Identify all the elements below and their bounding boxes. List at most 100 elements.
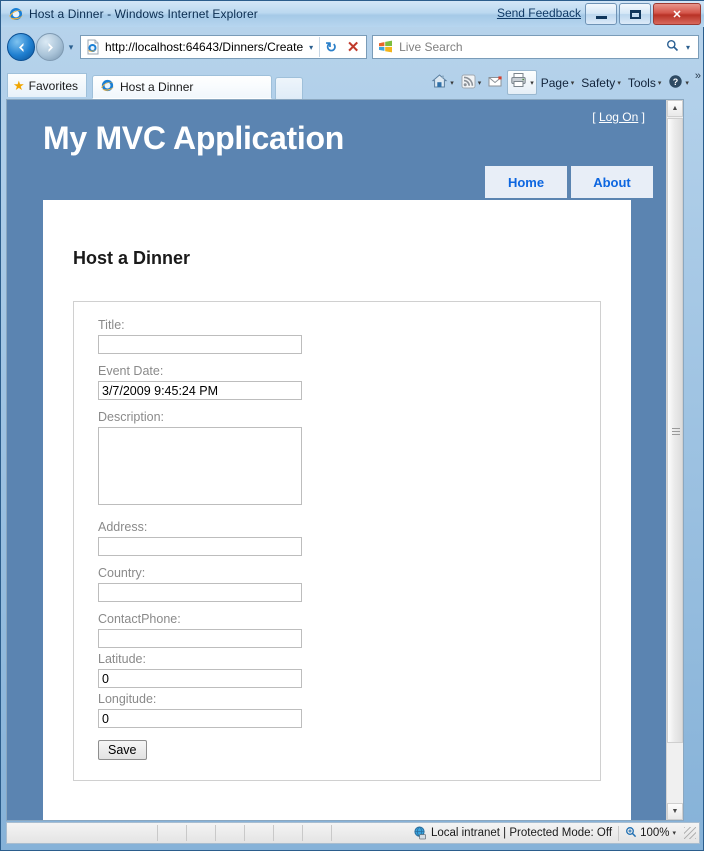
print-button-group[interactable]: ▾ (507, 70, 537, 95)
scrollbar-thumb[interactable] (667, 118, 683, 743)
chevron-down-icon[interactable]: ▾ (450, 79, 454, 87)
logon-link[interactable]: Log On (599, 110, 638, 124)
rss-feed-icon (461, 74, 476, 92)
new-tab-button[interactable] (275, 77, 304, 99)
title-input[interactable] (98, 335, 302, 354)
title-bar: Host a Dinner - Windows Internet Explore… (1, 1, 704, 27)
stop-icon[interactable]: ✕ (342, 36, 364, 58)
window-title: Host a Dinner - Windows Internet Explore… (29, 7, 258, 21)
nav-item-home[interactable]: Home (485, 166, 567, 198)
label-country: Country: (98, 566, 146, 580)
safety-menu-label: Safety (581, 75, 616, 90)
zoom-control[interactable]: 100% ▾ (618, 825, 682, 841)
refresh-icon[interactable]: ↻ (320, 36, 342, 58)
chevron-down-icon[interactable]: ▾ (530, 79, 534, 87)
address-input[interactable] (98, 537, 302, 556)
send-feedback-link[interactable]: Send Feedback (497, 6, 581, 20)
address-dropdown-icon[interactable]: ▾ (303, 43, 319, 52)
help-icon: ? (668, 74, 683, 92)
page-menu-button[interactable]: Page ▾ (538, 74, 578, 92)
field-contact-phone: ContactPhone: (98, 612, 600, 648)
maximize-button[interactable] (619, 3, 651, 25)
status-bar: Local intranet | Protected Mode: Off 100… (6, 822, 700, 844)
status-cell-2 (158, 825, 187, 841)
nav-item-about[interactable]: About (571, 166, 653, 198)
command-bar-overflow-icon[interactable]: » (695, 70, 701, 82)
latitude-input[interactable] (98, 669, 302, 688)
status-cell-7 (303, 825, 332, 841)
minimize-button[interactable] (585, 3, 617, 25)
globe-security-icon (413, 826, 427, 840)
page-title: Host a Dinner (73, 248, 191, 268)
feeds-button[interactable]: ▾ (458, 72, 485, 94)
field-address: Address: (98, 520, 600, 556)
search-dropdown-icon[interactable]: ▾ (681, 43, 695, 52)
recent-pages-dropdown-icon[interactable]: ▾ (64, 34, 78, 60)
address-bar[interactable]: http://localhost:64643/Dinners/Create ▾ … (80, 35, 368, 59)
label-contact-phone: ContactPhone: (98, 612, 181, 626)
chevron-down-icon[interactable]: ▾ (658, 79, 662, 87)
vertical-scrollbar[interactable]: ▲ ▼ (666, 100, 683, 820)
event-date-input[interactable] (98, 381, 302, 400)
browser-window: Host a Dinner - Windows Internet Explore… (0, 0, 704, 851)
windows-logo-icon (378, 39, 394, 55)
favorites-button[interactable]: ★ Favorites (7, 73, 88, 97)
scroll-up-icon[interactable]: ▲ (667, 100, 683, 117)
save-button[interactable]: Save (98, 740, 147, 760)
navigation-bar: ▾ http://localhost:64643/Dinners/Create … (1, 27, 704, 67)
safety-menu-button[interactable]: Safety ▾ (578, 74, 624, 92)
web-page: [ Log On ] My MVC Application Home About… (7, 100, 667, 820)
chevron-down-icon[interactable]: ▾ (478, 79, 482, 87)
internet-explorer-icon (8, 6, 24, 22)
home-button[interactable]: ▾ (428, 71, 457, 95)
browser-tab[interactable]: Host a Dinner (92, 75, 273, 99)
dinner-form: Title: Event Date: Description: Address: (73, 301, 601, 781)
logon-bracket-close: ] (641, 110, 645, 124)
contact-phone-input[interactable] (98, 629, 302, 648)
chevron-down-icon[interactable]: ▾ (617, 79, 621, 87)
printer-icon[interactable] (510, 72, 527, 93)
label-latitude: Latitude: (98, 652, 146, 666)
search-box[interactable]: Live Search ▾ (372, 35, 699, 59)
star-icon: ★ (13, 77, 25, 93)
scrollbar-grip-icon (672, 427, 680, 435)
back-button[interactable] (7, 33, 35, 61)
page-document-icon (85, 39, 101, 55)
chevron-down-icon[interactable]: ▾ (672, 829, 676, 837)
field-description: Description: (98, 410, 600, 510)
forward-button[interactable] (36, 33, 64, 61)
favorites-label: Favorites (28, 78, 79, 93)
chevron-down-icon[interactable]: ▾ (685, 79, 689, 87)
search-icon[interactable] (663, 39, 681, 55)
scroll-down-icon[interactable]: ▼ (667, 803, 683, 820)
mail-icon (488, 75, 503, 91)
mail-button[interactable] (485, 73, 506, 93)
page-viewport: [ Log On ] My MVC Application Home About… (6, 99, 684, 821)
label-description: Description: (98, 410, 164, 424)
search-input-placeholder[interactable]: Live Search (399, 40, 663, 54)
status-cell-3 (187, 825, 216, 841)
security-zone-label: Local intranet | Protected Mode: Off (430, 827, 613, 839)
chevron-down-icon[interactable]: ▾ (571, 79, 575, 87)
status-cell-5 (245, 825, 274, 841)
longitude-input[interactable] (98, 709, 302, 728)
close-button[interactable]: ✕ (653, 3, 701, 25)
description-input[interactable] (98, 427, 302, 505)
field-title: Title: (98, 318, 600, 354)
field-event-date: Event Date: (98, 364, 600, 400)
status-cell-6 (274, 825, 303, 841)
command-bar: ★ Favorites Host a Dinner ▾ ▾ ▾ Page ▾ S… (1, 67, 704, 99)
home-icon (431, 73, 448, 93)
caption-buttons: ✕ (585, 3, 701, 25)
resize-grip-icon[interactable] (684, 827, 696, 839)
label-address: Address: (98, 520, 148, 534)
label-event-date: Event Date: (98, 364, 164, 378)
security-zone[interactable]: Local intranet | Protected Mode: Off (407, 826, 618, 840)
help-menu-button[interactable]: ? ▾ (665, 72, 692, 94)
country-input[interactable] (98, 583, 302, 602)
page-menu-label: Page (540, 75, 569, 90)
address-url: http://localhost:64643/Dinners/Create (105, 40, 304, 54)
svg-text:?: ? (673, 77, 679, 87)
main-content: Host a Dinner Title: Event Date: Descrip… (43, 200, 631, 820)
tools-menu-button[interactable]: Tools ▾ (625, 74, 665, 92)
